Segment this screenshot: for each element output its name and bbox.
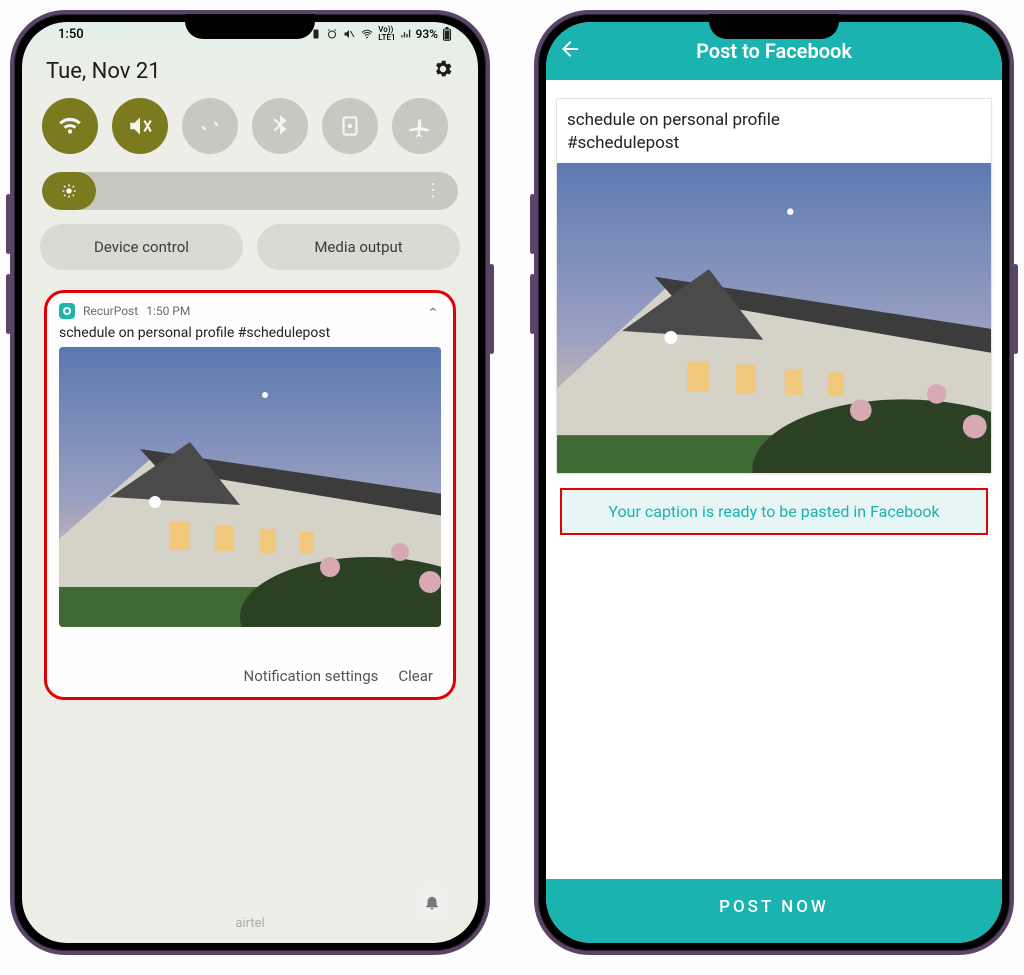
post-caption: schedule on personal profile #schedulepo…	[557, 99, 991, 163]
post-caption-line2: #schedulepost	[567, 132, 981, 155]
brightness-slider[interactable]: ⋮	[42, 172, 458, 210]
phone-right: Post to Facebook schedule on personal pr…	[534, 10, 1014, 955]
post-caption-line1: schedule on personal profile	[567, 109, 981, 132]
phone-left: 1:50 Vo))LTE1 93%	[10, 10, 490, 955]
carrier-label: airtel	[22, 916, 478, 931]
battery-pct: 93%	[416, 27, 438, 41]
notification-bell-icon[interactable]	[415, 885, 449, 919]
post-now-button[interactable]: POST NOW	[546, 879, 1002, 943]
alarm-icon	[326, 28, 338, 40]
post-card: schedule on personal profile #schedulepo…	[556, 98, 992, 474]
gear-icon[interactable]	[432, 58, 454, 84]
notification-app-icon	[59, 303, 75, 319]
page-title: Post to Facebook	[546, 39, 1002, 63]
volte-indicator: Vo))LTE1	[378, 26, 395, 42]
status-time: 1:50	[48, 27, 84, 42]
media-output-chip[interactable]: Media output	[257, 224, 460, 270]
notification-app-name: RecurPost	[83, 304, 138, 318]
post-image	[557, 163, 991, 473]
qs-wifi-icon[interactable]	[42, 98, 98, 154]
device-control-chip[interactable]: Device control	[40, 224, 243, 270]
shade-date: Tue, Nov 21	[46, 59, 161, 84]
notification-settings-button[interactable]: Notification settings	[244, 667, 379, 685]
battery-icon	[442, 27, 452, 41]
qs-data-icon[interactable]	[182, 98, 238, 154]
qs-mute-icon[interactable]	[112, 98, 168, 154]
quick-settings-row	[36, 94, 464, 158]
wifi-icon	[360, 28, 374, 40]
status-icons: Vo))LTE1 93%	[310, 26, 452, 42]
qs-bluetooth-icon[interactable]	[252, 98, 308, 154]
caption-ready-banner: Your caption is ready to be pasted in Fa…	[560, 488, 988, 535]
signal-icon	[400, 28, 412, 40]
mute-icon	[342, 28, 356, 40]
notification-image	[59, 347, 441, 627]
chevron-up-icon[interactable]: ⌃	[427, 307, 439, 320]
clear-button[interactable]: Clear	[398, 667, 433, 685]
brightness-more-icon[interactable]: ⋮	[424, 189, 442, 193]
qs-airplane-icon[interactable]	[392, 98, 448, 154]
notification-card[interactable]: RecurPost 1:50 PM ⌃ schedule on personal…	[44, 290, 456, 700]
notification-time: 1:50 PM	[146, 304, 190, 318]
qs-rotation-icon[interactable]	[322, 98, 378, 154]
notification-text: schedule on personal profile #schedulepo…	[59, 325, 441, 347]
